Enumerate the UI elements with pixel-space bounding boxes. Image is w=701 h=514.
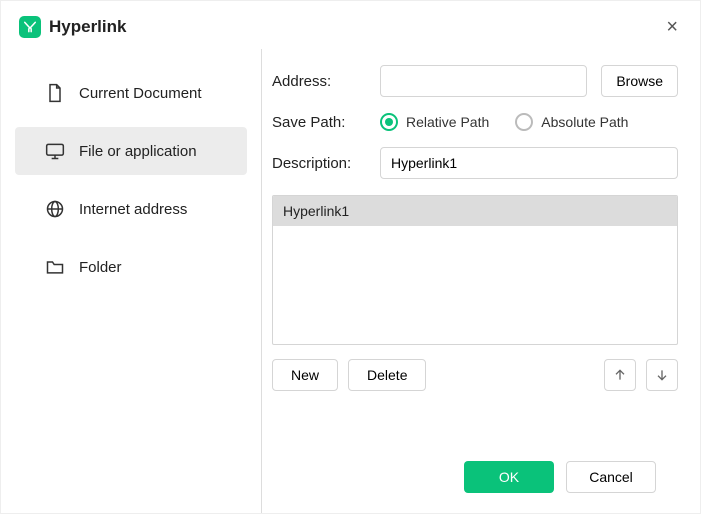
sidebar-item-folder[interactable]: Folder — [15, 243, 247, 291]
close-icon[interactable]: × — [662, 15, 682, 39]
arrow-up-icon — [612, 367, 628, 383]
sidebar-item-file-or-application[interactable]: File or application — [15, 127, 247, 175]
arrow-down-icon — [654, 367, 670, 383]
sidebar-item-label: Current Document — [79, 85, 202, 102]
savepath-label: Save Path: — [272, 114, 372, 131]
titlebar: Hyperlink × — [1, 1, 700, 49]
cancel-button[interactable]: Cancel — [566, 461, 656, 493]
app-icon — [19, 16, 41, 38]
monitor-icon — [45, 141, 65, 161]
ok-button[interactable]: OK — [464, 461, 554, 493]
address-label: Address: — [272, 73, 372, 90]
document-icon — [45, 83, 65, 103]
radio-label: Absolute Path — [541, 114, 628, 130]
radio-label: Relative Path — [406, 114, 489, 130]
sidebar-item-label: Internet address — [79, 201, 187, 218]
delete-button[interactable]: Delete — [348, 359, 426, 391]
folder-icon — [45, 257, 65, 277]
address-input[interactable] — [380, 65, 587, 97]
description-input[interactable] — [380, 147, 678, 179]
radio-icon — [515, 113, 533, 131]
sidebar-item-current-document[interactable]: Current Document — [15, 69, 247, 117]
list-item[interactable]: Hyperlink1 — [273, 196, 677, 226]
browse-button[interactable]: Browse — [601, 65, 678, 97]
sidebar-item-label: File or application — [79, 143, 197, 160]
dialog-footer: OK Cancel — [272, 447, 678, 513]
sidebar-item-label: Folder — [79, 259, 122, 276]
radio-icon — [380, 113, 398, 131]
hyperlink-listbox[interactable]: Hyperlink1 — [272, 195, 678, 345]
globe-icon — [45, 199, 65, 219]
sidebar: Current Document File or application Int… — [1, 49, 261, 513]
dialog-title: Hyperlink — [49, 17, 126, 37]
move-up-button[interactable] — [604, 359, 636, 391]
new-button[interactable]: New — [272, 359, 338, 391]
main-panel: Address: Browse Save Path: Relative Path… — [262, 49, 700, 513]
sidebar-item-internet-address[interactable]: Internet address — [15, 185, 247, 233]
radio-relative-path[interactable]: Relative Path — [380, 113, 489, 131]
description-label: Description: — [272, 155, 372, 172]
radio-absolute-path[interactable]: Absolute Path — [515, 113, 628, 131]
move-down-button[interactable] — [646, 359, 678, 391]
